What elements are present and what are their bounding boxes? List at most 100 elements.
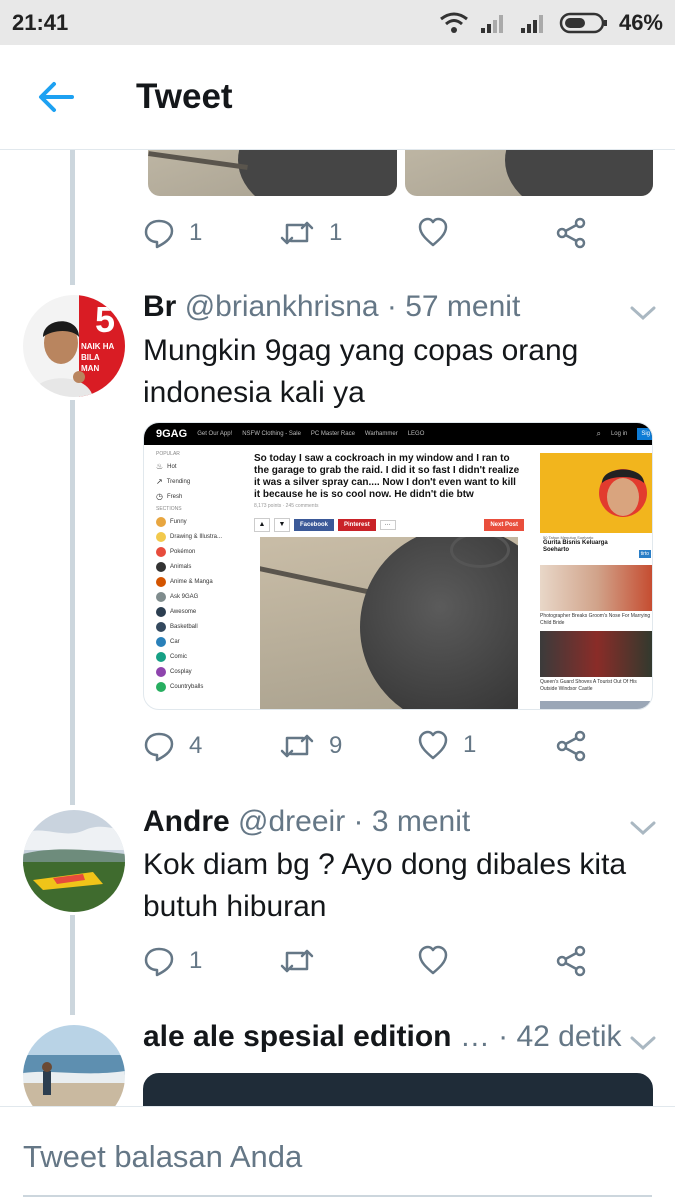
sidebar-item: ◷ Fresh — [156, 492, 183, 501]
avatar[interactable] — [23, 1025, 125, 1106]
signal-icon — [520, 14, 543, 33]
ad-banner: 50 Tahun Menutup Soeharto Gurita Bisnis … — [540, 453, 652, 561]
reply-icon — [144, 947, 174, 977]
9gag-navbar: 9GAG Get Our App! NSFW Clothing - Sale P… — [144, 423, 652, 445]
sidebar-item: Countryballs — [156, 679, 251, 694]
sidebar-item: Funny — [156, 514, 251, 529]
tweet-header: ale ale spesial edition … · 42 detik — [143, 1020, 622, 1054]
battery-level: 46% — [618, 9, 663, 35]
search-icon: ⌕ — [596, 429, 601, 438]
share-button[interactable] — [555, 730, 587, 762]
page-title: Tweet — [136, 77, 233, 116]
reply-input-underline — [23, 1195, 652, 1197]
signup-link: Sig — [637, 428, 652, 440]
related-caption: Photographer Breaks Groom's Nose For Mar… — [540, 613, 651, 626]
avatar[interactable] — [23, 810, 125, 912]
user-name[interactable]: ale ale spesial edition — [143, 1020, 451, 1053]
tweet-header: Br @briankhrisna · 57 menit — [143, 290, 520, 324]
sidebar-item: Pokémon — [156, 544, 251, 559]
tweet-media[interactable] — [148, 150, 653, 196]
name-ellipsis: … — [459, 1020, 490, 1053]
retweet-icon — [280, 221, 314, 245]
sidebar-label: POPULAR — [156, 451, 180, 457]
avatar-caption: NAIK HA BILA MAN — [81, 342, 115, 373]
reply-icon — [144, 219, 174, 249]
sidebar-item: ↗ Trending — [156, 477, 191, 486]
media-image[interactable] — [404, 150, 653, 196]
signal-icon — [480, 14, 503, 33]
retweet-button[interactable] — [279, 945, 329, 977]
tweet-media[interactable] — [143, 1073, 653, 1106]
tweet-time: · 57 menit — [386, 290, 521, 323]
thread-line — [70, 400, 75, 805]
media-image[interactable] — [148, 150, 397, 196]
avatar[interactable]: 5 NAIK HA BILA MAN — [23, 295, 125, 397]
9gag-share-row: ▲ ▼ Facebook Pinterest ··· Next Post — [254, 517, 524, 533]
retweet-button[interactable]: 9 — [279, 730, 342, 762]
ad-title: Gurita Bisnis Keluarga Soeharto — [543, 540, 608, 553]
user-name[interactable]: Br — [143, 290, 176, 323]
more-share: ··· — [379, 520, 396, 530]
trend-icon: ↗ — [156, 477, 163, 486]
reply-count: 1 — [189, 947, 203, 974]
tweet-actions: 1 1 — [143, 217, 603, 257]
back-button[interactable] — [26, 67, 86, 127]
9gag-post-meta: 8,173 points · 245 comments — [254, 503, 319, 509]
user-handle[interactable]: @briankhrisna — [185, 290, 379, 323]
reply-button[interactable]: 1 — [143, 217, 202, 249]
battery-icon — [559, 12, 607, 33]
sidebar-item: Drawing & Illustra... — [156, 529, 251, 544]
reply-icon — [144, 732, 174, 762]
9gag-sidebar: POPULAR ♨ Hot ↗ Trending ◷ Fresh SECTIONS F… — [156, 451, 251, 694]
thread-line — [70, 915, 75, 1015]
login-link: Log in — [610, 431, 628, 437]
chevron-down-icon[interactable] — [628, 303, 658, 323]
user-handle[interactable]: @dreeir — [238, 805, 345, 838]
fire-icon: ♨ — [156, 462, 164, 471]
status-bar: 21:41 46% — [0, 0, 675, 45]
reply-count: 4 — [189, 732, 203, 759]
chevron-down-icon[interactable] — [628, 818, 658, 838]
nav-item: Warhammer — [364, 431, 398, 437]
next-post-button: Next Post — [484, 519, 524, 531]
user-name[interactable]: Andre — [143, 805, 230, 838]
avatar-badge: 5 — [95, 299, 116, 340]
heart-icon — [418, 730, 448, 760]
related-thumb — [540, 565, 652, 611]
app-bar: Tweet — [0, 45, 675, 150]
related-thumb — [540, 631, 652, 677]
reply-button[interactable]: 4 — [143, 730, 202, 762]
retweet-icon — [280, 734, 314, 758]
like-count: 1 — [463, 731, 477, 758]
nav-item: NSFW Clothing - Sale — [242, 431, 301, 437]
sidebar-item: Comic — [156, 649, 251, 664]
share-icon — [556, 730, 586, 762]
sidebar-item: ♨ Hot — [156, 462, 177, 471]
like-button[interactable]: 1 — [417, 730, 476, 760]
reply-feed[interactable]: 1 1 5 NAIK HA BILA MAN Br @briankhrisna … — [0, 150, 675, 1106]
nav-item: LEGO — [407, 431, 425, 437]
9gag-post-image — [260, 537, 518, 709]
tweet-actions: 1 — [143, 945, 603, 985]
9gag-post-title: So today I saw a cockroach in my window … — [254, 453, 520, 500]
sidebar-label: SECTIONS — [156, 506, 182, 512]
share-button[interactable] — [555, 217, 587, 249]
sidebar-item: Cosplay — [156, 664, 251, 679]
reply-button[interactable]: 1 — [143, 945, 202, 977]
share-button[interactable] — [555, 945, 587, 977]
wifi-icon — [440, 12, 468, 33]
related-caption: Queen's Guard Shoves A Tourist Out Of Hi… — [540, 679, 637, 692]
nav-item: PC Master Race — [310, 431, 355, 437]
clock-icon: ◷ — [156, 492, 163, 501]
reply-input[interactable]: Tweet balasan Anda — [23, 1139, 302, 1175]
9gag-logo: 9GAG — [156, 428, 188, 440]
chevron-down-icon[interactable] — [628, 1033, 658, 1053]
sidebar-item: Awesome — [156, 604, 251, 619]
retweet-button[interactable]: 1 — [279, 217, 342, 249]
tweet-media[interactable]: 9GAG Get Our App! NSFW Clothing - Sale P… — [143, 422, 653, 710]
facebook-share: Facebook — [294, 519, 335, 531]
like-button[interactable] — [417, 217, 463, 247]
like-button[interactable] — [417, 945, 463, 975]
retweet-count: 1 — [329, 219, 343, 246]
reply-composer[interactable]: Tweet balasan Anda — [0, 1106, 675, 1200]
